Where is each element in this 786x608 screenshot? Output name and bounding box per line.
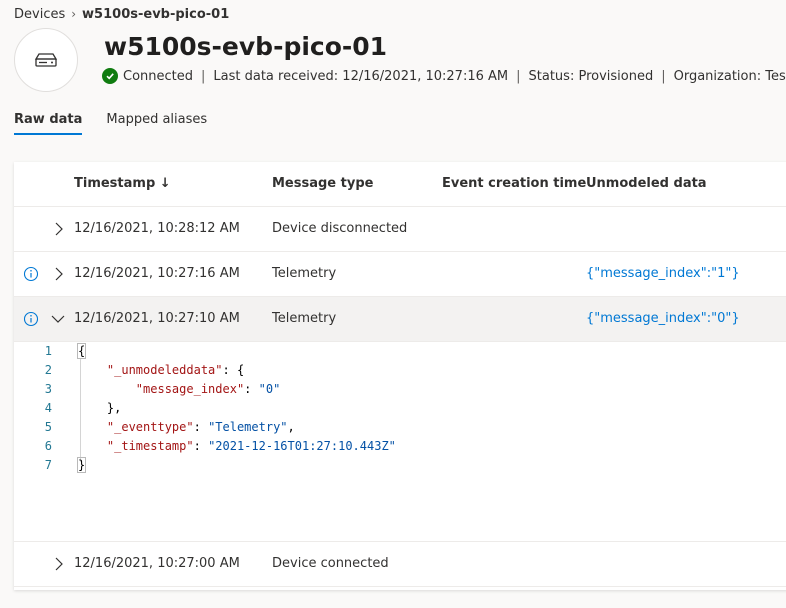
avatar (14, 28, 78, 92)
json-brace: } (76, 457, 87, 473)
json-viewer[interactable]: 1 { 2 "_unmodeleddata": { 3 "message_ind… (14, 342, 786, 542)
tab-mapped-aliases[interactable]: Mapped aliases (106, 112, 207, 135)
column-header-event-creation-time[interactable]: Event creation time (442, 176, 586, 191)
json-value: "0" (258, 382, 281, 396)
json-punct: , (287, 420, 295, 434)
row-timestamp: 12/16/2021, 10:28:12 AM (74, 221, 240, 236)
json-punct: : { (222, 363, 245, 377)
json-key: "message_index" (135, 382, 245, 396)
table-row-expanded[interactable]: 12/16/2021, 10:27:10 AM Telemetry {"mess… (14, 297, 786, 342)
column-header-timestamp[interactable]: Timestamp ↓ (74, 176, 171, 191)
code-line: 5 "_eventtype": "Telemetry", (14, 420, 786, 439)
info-icon[interactable] (23, 266, 39, 282)
chevron-down-icon[interactable] (50, 310, 66, 328)
row-unmodeled-data[interactable]: {"message_index":"0"} (586, 311, 740, 326)
json-punct: }, (106, 401, 122, 415)
table-row[interactable]: 12/16/2021, 10:27:16 AM Telemetry {"mess… (14, 252, 786, 297)
breadcrumb-devices-link[interactable]: Devices (14, 7, 65, 22)
check-circle-icon (102, 68, 118, 84)
row-message-type: Device connected (272, 556, 389, 571)
breadcrumb: Devices › w5100s-evb-pico-01 (14, 5, 229, 23)
info-icon[interactable] (23, 311, 39, 327)
chevron-right-icon: › (71, 7, 77, 21)
json-value: "2021-12-16T01:27:10.443Z" (208, 439, 396, 453)
raw-data-table: Timestamp ↓ Message type Event creation … (14, 162, 786, 590)
code-line: 4 }, (14, 401, 786, 420)
row-message-type: Telemetry (272, 266, 337, 281)
json-punct: : (193, 439, 209, 453)
table-header: Timestamp ↓ Message type Event creation … (14, 162, 786, 207)
chevron-right-icon[interactable] (50, 220, 66, 238)
row-unmodeled-data[interactable]: {"message_index":"1"} (586, 266, 740, 281)
json-punct: : (244, 382, 259, 396)
chevron-right-icon[interactable] (50, 555, 66, 573)
code-line: 7 } (14, 457, 786, 477)
line-number: 4 (44, 401, 52, 415)
code-line: 3 "message_index": "0" (14, 382, 786, 401)
row-message-type: Telemetry (272, 311, 337, 326)
chevron-right-icon[interactable] (50, 265, 66, 283)
connection-status: Connected (123, 68, 194, 84)
line-number: 6 (44, 439, 52, 453)
code-line: 1 { (14, 343, 786, 363)
divider: | (516, 68, 521, 84)
json-key: "_eventtype" (106, 420, 194, 434)
tab-bar: Raw data Mapped aliases (14, 112, 231, 135)
line-number: 5 (44, 420, 52, 434)
device-status-line: Connected | Last data received: 12/16/20… (102, 68, 786, 84)
line-number: 1 (44, 344, 52, 358)
code-line: 6 "_timestamp": "2021-12-16T01:27:10.443… (14, 439, 786, 458)
last-data-received: Last data received: 12/16/2021, 10:27:16… (213, 68, 509, 84)
json-key: "_timestamp" (106, 439, 194, 453)
row-timestamp: 12/16/2021, 10:27:00 AM (74, 556, 240, 571)
provisioning-status: Status: Provisioned (528, 68, 654, 84)
json-punct: : (193, 420, 209, 434)
code-line: 2 "_unmodeleddata": { (14, 363, 786, 382)
table-row[interactable]: 12/16/2021, 10:28:12 AM Device disconnec… (14, 207, 786, 252)
column-header-message-type[interactable]: Message type (272, 176, 373, 191)
router-icon (34, 53, 58, 67)
row-timestamp: 12/16/2021, 10:27:16 AM (74, 266, 240, 281)
row-timestamp: 12/16/2021, 10:27:10 AM (74, 311, 240, 326)
json-brace: { (76, 343, 87, 359)
line-number: 2 (44, 363, 52, 377)
organization: Organization: Test app (673, 68, 786, 84)
json-value: "Telemetry" (208, 420, 288, 434)
breadcrumb-current: w5100s-evb-pico-01 (82, 6, 230, 22)
table-row[interactable]: 12/16/2021, 10:27:00 AM Device connected (14, 542, 786, 587)
column-header-unmodeled-data[interactable]: Unmodeled data (586, 176, 707, 191)
row-message-type: Device disconnected (272, 221, 408, 236)
json-key: "_unmodeleddata" (106, 363, 223, 377)
page-title: w5100s-evb-pico-01 (104, 32, 388, 61)
divider: | (661, 68, 666, 84)
divider: | (201, 68, 206, 84)
tab-raw-data[interactable]: Raw data (14, 112, 83, 135)
line-number: 3 (44, 382, 52, 396)
line-number: 7 (44, 458, 52, 472)
